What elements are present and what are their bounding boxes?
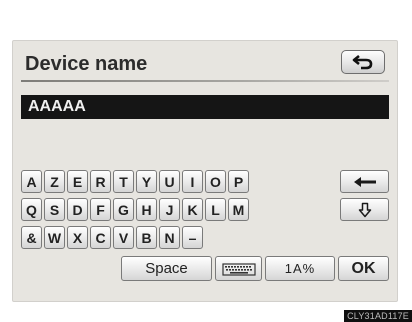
- key-c[interactable]: C: [90, 226, 111, 249]
- key-dash[interactable]: –: [182, 226, 203, 249]
- key-i[interactable]: I: [182, 170, 203, 193]
- key-n[interactable]: N: [159, 226, 180, 249]
- key-d[interactable]: D: [67, 198, 88, 221]
- key-o[interactable]: O: [205, 170, 226, 193]
- key-z[interactable]: Z: [44, 170, 65, 193]
- key-e[interactable]: E: [67, 170, 88, 193]
- title-bar: Device name: [21, 50, 389, 82]
- back-button[interactable]: [341, 50, 385, 74]
- key-g[interactable]: G: [113, 198, 134, 221]
- left-arrow-icon: [353, 176, 376, 187]
- key-k[interactable]: K: [182, 198, 203, 221]
- key-a[interactable]: A: [21, 170, 42, 193]
- page-title: Device name: [25, 53, 148, 75]
- key-j[interactable]: J: [159, 198, 180, 221]
- key-ampersand[interactable]: &: [21, 226, 42, 249]
- key-r[interactable]: R: [90, 170, 111, 193]
- key-l[interactable]: L: [205, 198, 226, 221]
- ok-button[interactable]: OK: [338, 256, 389, 281]
- return-arrow-icon: [352, 54, 373, 70]
- key-b[interactable]: B: [136, 226, 157, 249]
- backspace-button[interactable]: [340, 170, 389, 193]
- space-button[interactable]: Space: [121, 256, 212, 281]
- down-arrow-icon: [358, 202, 371, 217]
- key-s[interactable]: S: [44, 198, 65, 221]
- mode-switch-button[interactable]: 1A%: [265, 256, 335, 281]
- device-name-screen: Device name AAAAA A Z E R T Y U I O P Q …: [12, 40, 398, 302]
- key-q[interactable]: Q: [21, 198, 42, 221]
- key-p[interactable]: P: [228, 170, 249, 193]
- key-f[interactable]: F: [90, 198, 111, 221]
- key-h[interactable]: H: [136, 198, 157, 221]
- key-w[interactable]: W: [44, 226, 65, 249]
- key-t[interactable]: T: [113, 170, 134, 193]
- title-divider: [21, 80, 389, 82]
- keyboard-icon: [221, 262, 256, 276]
- key-m[interactable]: M: [228, 198, 249, 221]
- key-y[interactable]: Y: [136, 170, 157, 193]
- key-x[interactable]: X: [67, 226, 88, 249]
- shift-button[interactable]: [340, 198, 389, 221]
- image-caption: CLY31AD117E: [344, 310, 412, 322]
- key-u[interactable]: U: [159, 170, 180, 193]
- key-v[interactable]: V: [113, 226, 134, 249]
- keyboard-layout-button[interactable]: [215, 256, 262, 281]
- device-name-input[interactable]: AAAAA: [21, 95, 389, 119]
